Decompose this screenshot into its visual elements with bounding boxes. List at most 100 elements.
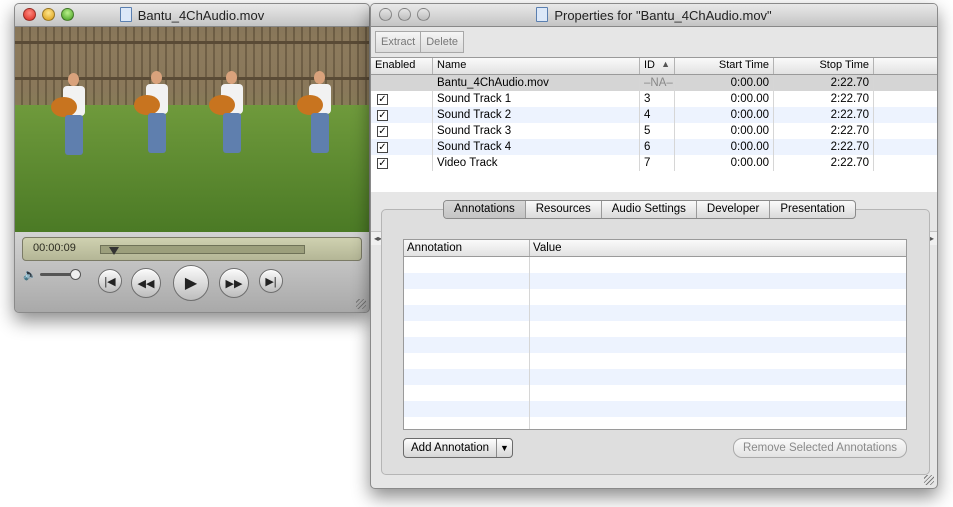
track-name: Sound Track 1	[433, 91, 640, 107]
player-titlebar: Bantu_4ChAudio.mov	[15, 4, 369, 27]
track-table: Enabled Name ID ▲ Start Time Stop Time Ba…	[371, 57, 937, 245]
track-start-time: 0:00.00	[675, 75, 774, 91]
track-start-time: 0:00.00	[675, 107, 774, 123]
player-title: Bantu_4ChAudio.mov	[137, 8, 265, 23]
lcd-display: 00:00:09	[22, 237, 362, 261]
rewind-button[interactable]: ◀◀	[131, 268, 161, 298]
track-stop-time: 2:22.70	[774, 107, 874, 123]
rewind-icon: ◀◀	[137, 277, 155, 290]
track-filler	[874, 75, 937, 91]
tab-developer[interactable]: Developer	[697, 201, 771, 218]
annotation-row[interactable]	[404, 321, 906, 337]
speaker-icon: 🔈	[23, 269, 37, 281]
go-to-end-button[interactable]: ▶|	[259, 269, 283, 293]
track-row[interactable]: Bantu_4ChAudio.mov –NA– 0:00.00 2:22.70	[371, 75, 937, 91]
properties-window: Properties for "Bantu_4ChAudio.mov" Extr…	[370, 3, 938, 489]
track-start-time: 0:00.00	[675, 139, 774, 155]
column-id[interactable]: ID ▲	[640, 58, 675, 74]
column-stop-time[interactable]: Stop Time	[774, 58, 874, 74]
enabled-checkbox[interactable]: ✓	[377, 142, 388, 153]
track-filler	[874, 123, 937, 139]
track-enabled-cell: ✓	[371, 107, 433, 123]
track-table-header: Enabled Name ID ▲ Start Time Stop Time	[371, 58, 937, 75]
track-stop-time: 2:22.70	[774, 91, 874, 107]
guitarist-figure	[209, 71, 249, 161]
track-filler	[874, 91, 937, 107]
enabled-checkbox[interactable]: ✓	[377, 94, 388, 105]
track-enabled-cell: ✓	[371, 91, 433, 107]
track-toolbar: Extract Delete	[375, 31, 465, 53]
extract-button[interactable]: Extract	[375, 31, 422, 53]
add-annotation-label: Add Annotation	[411, 442, 490, 454]
resize-grip-icon[interactable]	[356, 299, 366, 309]
tab-annotations[interactable]: Annotations	[444, 201, 526, 218]
annotation-row[interactable]	[404, 273, 906, 289]
add-annotation-button[interactable]: Add Annotation ▼	[403, 438, 513, 458]
track-enabled-cell: ✓	[371, 139, 433, 155]
remove-selected-annotations-button[interactable]: Remove Selected Annotations	[733, 438, 907, 458]
track-row[interactable]: ✓ Sound Track 2 4 0:00.00 2:22.70	[371, 107, 937, 123]
track-id: 6	[640, 139, 675, 155]
resize-grip-icon[interactable]	[924, 475, 934, 485]
annotation-row[interactable]	[404, 289, 906, 305]
enabled-checkbox[interactable]: ✓	[377, 158, 388, 169]
annotation-row[interactable]	[404, 369, 906, 385]
video-frame[interactable]	[15, 27, 369, 232]
guitarist-figure	[297, 71, 337, 161]
go-to-start-button[interactable]: |◀	[98, 269, 122, 293]
annotation-table-header: Annotation Value	[404, 240, 906, 257]
track-enabled-cell	[371, 75, 433, 91]
track-name: Sound Track 3	[433, 123, 640, 139]
volume-knob[interactable]	[70, 269, 81, 280]
track-row[interactable]: ✓ Sound Track 1 3 0:00.00 2:22.70	[371, 91, 937, 107]
track-id: 5	[640, 123, 675, 139]
fast-forward-icon: ▶▶	[225, 277, 243, 290]
annotation-row[interactable]	[404, 385, 906, 401]
column-enabled[interactable]: Enabled	[371, 58, 433, 74]
track-id: 7	[640, 155, 675, 171]
movie-file-icon	[119, 7, 132, 22]
track-start-time: 0:00.00	[675, 91, 774, 107]
annotation-row[interactable]	[404, 353, 906, 369]
tab-resources[interactable]: Resources	[526, 201, 602, 218]
skip-start-icon: |◀	[104, 275, 116, 288]
tab-audio-settings[interactable]: Audio Settings	[602, 201, 697, 218]
volume-control: 🔈	[23, 268, 95, 281]
play-button[interactable]: ▶	[173, 265, 209, 301]
skip-end-icon: ▶|	[265, 275, 277, 288]
guitarist-figure	[51, 73, 91, 163]
column-start-time[interactable]: Start Time	[675, 58, 774, 74]
track-enabled-cell: ✓	[371, 155, 433, 171]
column-name[interactable]: Name	[433, 58, 640, 74]
dropdown-arrow-icon[interactable]: ▼	[496, 439, 512, 457]
track-row[interactable]: ✓ Video Track 7 0:00.00 2:22.70	[371, 155, 937, 171]
annotation-row[interactable]	[404, 337, 906, 353]
playhead-icon[interactable]	[109, 247, 119, 255]
track-start-time: 0:00.00	[675, 123, 774, 139]
annotation-row[interactable]	[404, 305, 906, 321]
enabled-checkbox[interactable]: ✓	[377, 110, 388, 121]
timecode: 00:00:09	[33, 242, 76, 254]
track-stop-time: 2:22.70	[774, 123, 874, 139]
annotation-table: Annotation Value	[403, 239, 907, 430]
tab-presentation[interactable]: Presentation	[770, 201, 855, 218]
track-stop-time: 2:22.70	[774, 155, 874, 171]
track-id: 3	[640, 91, 675, 107]
scrub-bar[interactable]	[100, 245, 305, 255]
track-filler	[874, 139, 937, 155]
fast-forward-button[interactable]: ▶▶	[219, 268, 249, 298]
track-name: Bantu_4ChAudio.mov	[433, 75, 640, 91]
enabled-checkbox[interactable]: ✓	[377, 126, 388, 137]
column-value[interactable]: Value	[530, 240, 906, 256]
sort-ascending-icon: ▲	[661, 59, 670, 69]
track-row[interactable]: ✓ Sound Track 4 6 0:00.00 2:22.70	[371, 139, 937, 155]
annotation-row[interactable]	[404, 401, 906, 417]
tab-bar: Annotations Resources Audio Settings Dev…	[443, 200, 856, 219]
track-name: Sound Track 4	[433, 139, 640, 155]
delete-button[interactable]: Delete	[421, 31, 465, 53]
track-stop-time: 2:22.70	[774, 75, 874, 91]
movie-file-icon	[536, 7, 549, 22]
track-row[interactable]: ✓ Sound Track 3 5 0:00.00 2:22.70	[371, 123, 937, 139]
annotation-row[interactable]	[404, 257, 906, 273]
column-annotation[interactable]: Annotation	[404, 240, 530, 256]
